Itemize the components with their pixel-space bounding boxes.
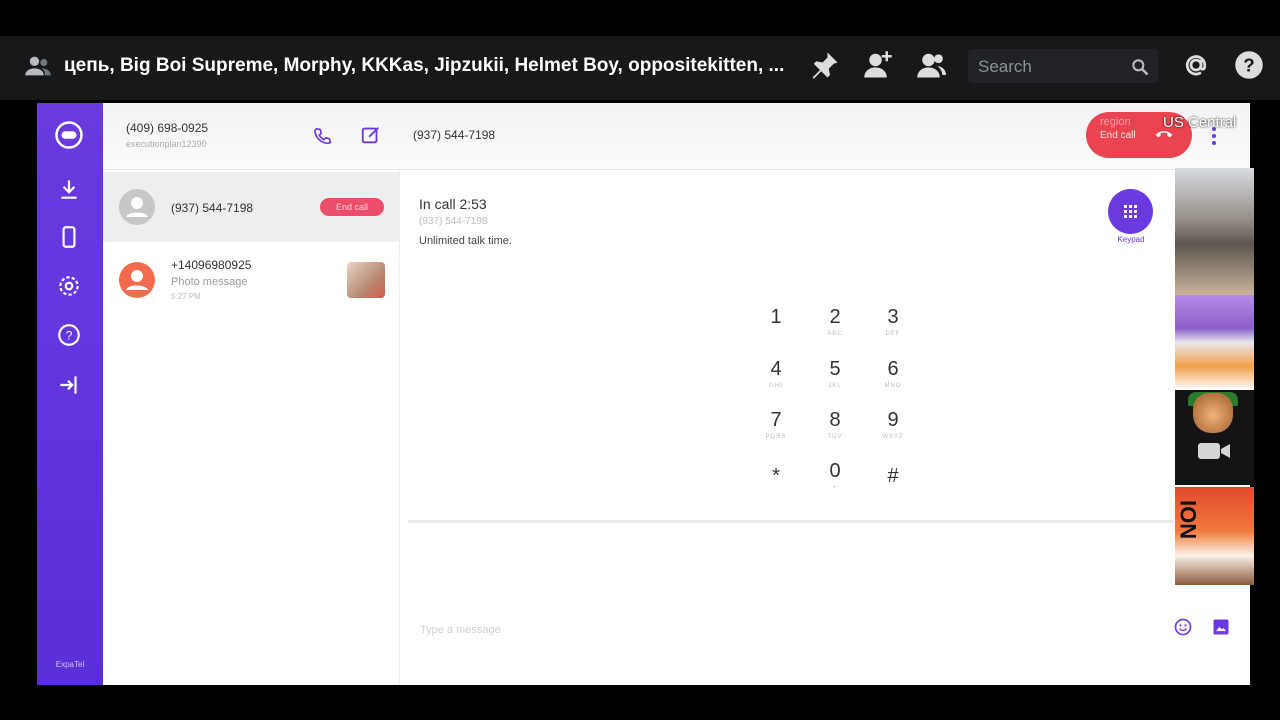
key-letters: ABC xyxy=(827,331,843,337)
mobile-icon[interactable] xyxy=(56,224,82,250)
svg-text:?: ? xyxy=(1243,54,1254,75)
call-status: In call 2:53 xyxy=(419,196,487,212)
photo-thumbnail[interactable] xyxy=(347,262,385,298)
conversation-number: +14096980925 xyxy=(171,258,252,272)
key-letters: + xyxy=(832,485,838,491)
contact-avatar xyxy=(119,189,155,225)
keypad-key-8[interactable]: 8 TUV xyxy=(811,409,859,440)
key-digit: * xyxy=(772,465,780,487)
divider xyxy=(408,520,1173,523)
key-digit: 2 xyxy=(829,306,841,328)
settings-gear-icon[interactable] xyxy=(56,273,82,299)
camera-off-icon xyxy=(1198,443,1230,459)
person-icon xyxy=(126,270,148,290)
keypad-key-6[interactable]: 6 MNO xyxy=(869,358,917,389)
key-digit: 6 xyxy=(887,358,899,380)
logout-icon[interactable] xyxy=(56,372,82,398)
key-digit: 8 xyxy=(829,409,841,431)
key-letters: PQRS xyxy=(765,434,787,440)
keypad-label: Keypad xyxy=(1117,235,1145,244)
keypad-toggle-button[interactable] xyxy=(1108,189,1153,234)
person-icon xyxy=(126,197,148,217)
message-input[interactable] xyxy=(418,618,1122,642)
mention-icon[interactable] xyxy=(1181,50,1211,80)
keypad-key-5[interactable]: 5 JKL xyxy=(811,358,859,389)
my-username: executionplan12390 xyxy=(126,139,207,149)
call-number: (937) 544-7198 xyxy=(419,216,488,227)
image-attach-icon[interactable] xyxy=(1211,617,1231,637)
key-letters: JKL xyxy=(828,383,842,389)
key-letters: DEF xyxy=(885,331,901,337)
compose-icon[interactable] xyxy=(360,124,382,146)
search-icon[interactable] xyxy=(1130,57,1150,77)
key-digit: 9 xyxy=(887,409,899,431)
end-call-label: End call xyxy=(1100,130,1136,141)
key-digit: 0 xyxy=(829,460,841,482)
key-digit: 7 xyxy=(770,409,782,431)
contact-avatar xyxy=(119,262,155,298)
keypad-key-star[interactable]: * xyxy=(752,465,800,490)
key-digit: 1 xyxy=(770,306,782,328)
avatar-image xyxy=(1193,393,1233,433)
keypad-key-1[interactable]: 1 xyxy=(752,306,800,331)
key-letters: MNO xyxy=(884,383,902,389)
end-call-pill-button[interactable]: End call xyxy=(320,198,384,216)
key-digit: 5 xyxy=(829,358,841,380)
conversation-number: (937) 544-7198 xyxy=(171,201,254,215)
group-dm-title[interactable]: цепь, Big Boi Supreme, Morphy, KKKas, Ji… xyxy=(64,55,784,77)
conversation-preview: Photo message xyxy=(171,276,248,288)
phone-call-icon[interactable] xyxy=(312,125,334,147)
keypad-key-2[interactable]: 2 ABC xyxy=(811,306,859,337)
help-icon[interactable]: ? xyxy=(1234,50,1264,80)
active-conversation-number: (937) 544-7198 xyxy=(413,128,496,142)
region-label: region xyxy=(1100,116,1131,128)
key-digit: # xyxy=(887,465,899,487)
keypad-key-3[interactable]: 3 DEF xyxy=(869,306,917,337)
help-circle-icon[interactable]: ? xyxy=(56,322,82,348)
key-letters: WXYZ xyxy=(882,434,904,440)
keypad-key-0[interactable]: 0 + xyxy=(811,460,859,491)
keypad-key-9[interactable]: 9 WXYZ xyxy=(869,409,917,440)
call-note: Unlimited talk time. xyxy=(419,235,512,247)
pin-icon[interactable] xyxy=(810,50,840,80)
search-input[interactable] xyxy=(976,55,1130,79)
key-letters: TUV xyxy=(827,434,843,440)
video-tile[interactable] xyxy=(1175,295,1254,390)
sidebar-footer-text: ExpaTel xyxy=(55,660,85,669)
emoji-icon[interactable] xyxy=(1173,617,1193,637)
keypad-key-hash[interactable]: # xyxy=(869,465,917,490)
app-header xyxy=(103,103,1250,170)
key-digit: 3 xyxy=(887,306,899,328)
more-options-icon[interactable] xyxy=(1209,125,1219,147)
chat-logo-icon[interactable] xyxy=(54,120,84,150)
download-icon[interactable] xyxy=(56,176,82,202)
my-phone-number: (409) 698-0925 xyxy=(126,121,209,135)
tile-text: NOI xyxy=(1176,500,1201,540)
key-letters: GHI xyxy=(769,383,783,389)
keypad-key-4[interactable]: 4 GHI xyxy=(752,358,800,389)
members-icon[interactable] xyxy=(916,50,946,80)
keypad-key-7[interactable]: 7 PQRS xyxy=(752,409,800,440)
add-friend-icon[interactable] xyxy=(863,50,893,80)
svg-text:?: ? xyxy=(66,328,73,342)
conversation-time: 5:27 PM xyxy=(171,292,201,301)
video-tile[interactable] xyxy=(1175,168,1254,295)
dialpad-icon xyxy=(1124,205,1137,218)
users-icon[interactable] xyxy=(24,52,52,80)
key-digit: 4 xyxy=(770,358,782,380)
region-value[interactable]: US Central xyxy=(1163,114,1236,131)
